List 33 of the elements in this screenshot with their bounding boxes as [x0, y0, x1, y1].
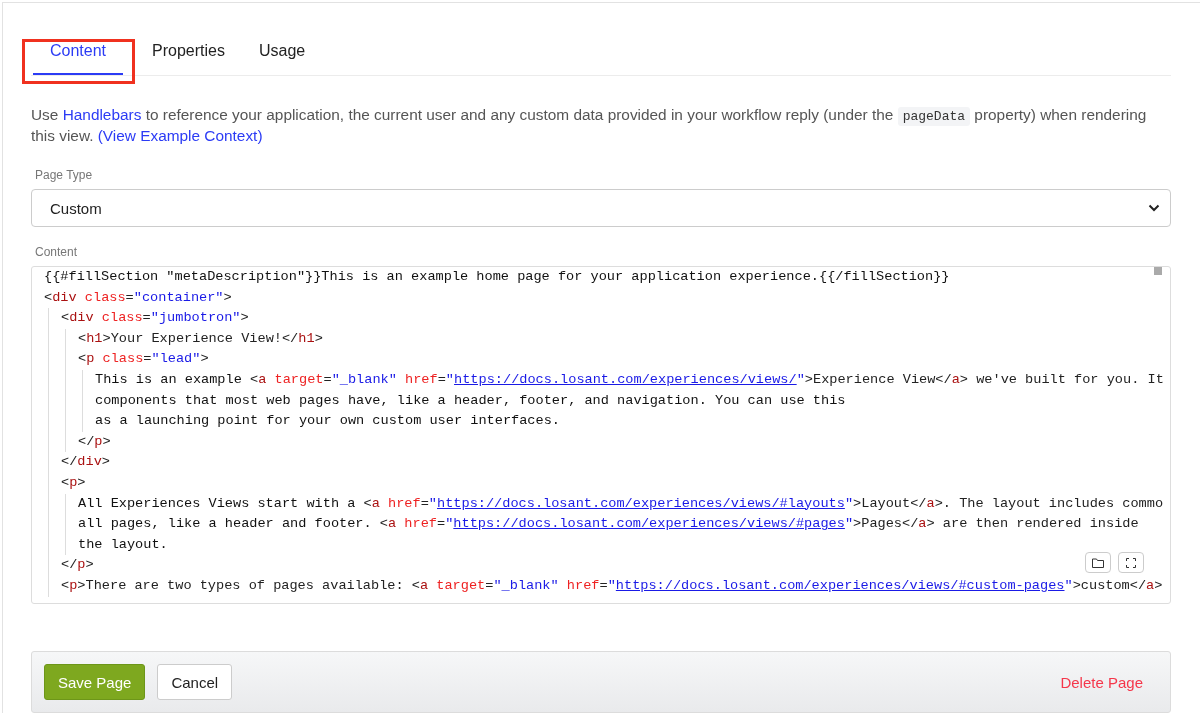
code-line: </p> — [61, 556, 94, 575]
description-text: Use Handlebars to reference your application, the current user and any custom data provided in your workflow reply (under the pageData property) when rendering this view. (View Example Context) — [31, 105, 1148, 146]
code-line: <h1>Your Experience View!</h1> — [78, 329, 323, 348]
fullscreen-button[interactable] — [1118, 552, 1144, 573]
code-line: This is an example <a target="_blank" href="https://docs.losant.com/experiences/views/">Experience View</a> we've built for you. It — [95, 370, 1164, 389]
folder-button[interactable] — [1085, 552, 1111, 573]
code-line: <div class="container"> — [44, 288, 232, 307]
code-line: <p>There are two types of pages available: <a target="_blank" href="https://docs.losant.com/experiences/views/#custom-pages">custom</a> — [61, 576, 1163, 595]
tab[interactable]: Usage — [241, 42, 323, 75]
code-line: the layout. — [78, 535, 168, 554]
code-line: <p> — [61, 473, 86, 492]
link[interactable]: (View Example Context) — [97, 127, 263, 144]
tab[interactable]: Properties — [135, 42, 242, 75]
code-line: {{#fillSection "metaDescription"}}This is an example home page for your application experience.{{/fillSection}} — [44, 268, 950, 286]
code-line: components that most web pages have, like a header, footer, and navigation. You can use this — [95, 391, 846, 410]
code-line: <div class="jumbotron"> — [61, 309, 249, 328]
scrollbar-thumb[interactable] — [1154, 267, 1162, 275]
chevron-down-icon — [1148, 204, 1160, 212]
expand-icon — [1126, 557, 1136, 568]
code-editor[interactable] — [31, 266, 1171, 604]
field-label: Content — [35, 245, 79, 259]
cancel-button[interactable]: Cancel — [157, 664, 233, 700]
page-type-select[interactable]: Custom — [31, 189, 1171, 227]
folder-icon — [1092, 557, 1104, 568]
code-line: </div> — [61, 453, 110, 472]
link[interactable]: Handlebars — [62, 106, 142, 123]
tab[interactable]: Content — [33, 42, 124, 75]
code-line: All Experiences Views start with a <a href="https://docs.losant.com/experiences/views/#layouts">Layout</a>. The layout includes commo — [78, 494, 1164, 513]
code-line: <p class="lead"> — [78, 350, 209, 369]
code-line: as a launching point for your own custom user interfaces. — [95, 412, 560, 431]
field-label: Page Type — [35, 168, 94, 182]
code-line: </p> — [78, 432, 111, 451]
code-line: all pages, like a header and footer. <a href="https://docs.losant.com/experiences/views/#pages">Pages</a> are then rendered inside — [78, 515, 1139, 534]
